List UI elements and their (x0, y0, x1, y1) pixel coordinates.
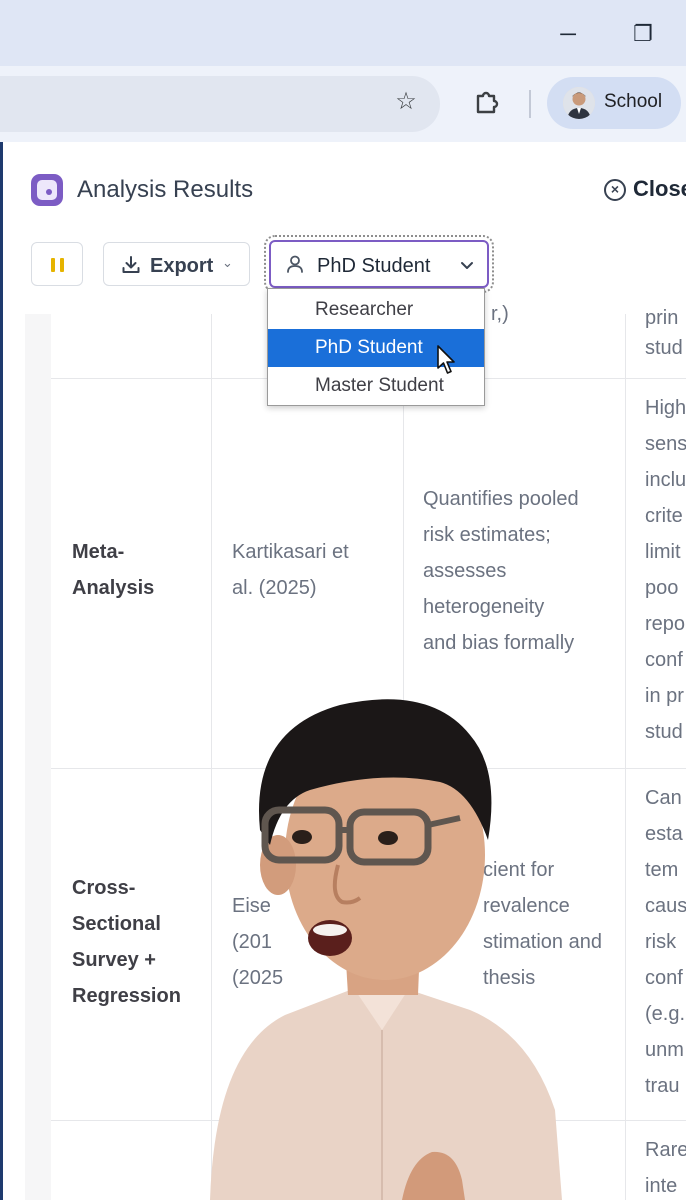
restore-button[interactable]: ❐ (628, 20, 658, 50)
dropdown-option-researcher[interactable]: Researcher (268, 291, 484, 329)
page-title: Analysis Results (77, 176, 254, 203)
star-icon[interactable]: ☆ (390, 86, 422, 118)
browser-titlebar: ─ ❐ (0, 0, 686, 66)
table-row-limitations: Rare inte (645, 1139, 686, 1197)
export-button[interactable]: Export ⌄ (103, 242, 250, 286)
table-cell-fragment: stud (645, 337, 683, 359)
app-logo-icon (31, 174, 63, 206)
toolbar-divider (529, 90, 531, 118)
table-row-method: Meta- Analysis (72, 541, 155, 599)
download-icon (122, 256, 140, 273)
table-cell-fragment: r,) (491, 303, 509, 325)
minimize-button[interactable]: ─ (553, 20, 583, 50)
profile-label: School (604, 91, 663, 112)
export-label: Export (150, 255, 214, 277)
pause-button[interactable] (31, 242, 83, 286)
profile-button[interactable]: School (547, 77, 681, 129)
chevron-down-icon: ⌄ (222, 255, 233, 270)
browser-toolbar: ☆ School (0, 66, 686, 142)
avatar (563, 87, 595, 119)
puzzle-icon[interactable] (471, 86, 503, 118)
role-select-value: PhD Student (317, 255, 431, 277)
table-row-limitations: Can esta tem caus risk conf (e.g. unm tr… (645, 787, 686, 1097)
table-row-limitations: High sens inclu crite limit poo repo con… (645, 397, 686, 743)
table-row-source: Kartikasari et al. (2025) (232, 541, 349, 599)
chevron-down-icon (461, 262, 473, 269)
role-select[interactable]: PhD Student (264, 235, 494, 293)
table-row-strengths: Quantifies pooled risk estimates; assess… (423, 488, 579, 654)
user-icon (287, 255, 303, 273)
close-button[interactable]: Close (633, 176, 686, 202)
presenter-video-overlay (210, 699, 562, 1200)
address-bar[interactable] (0, 76, 440, 132)
pause-icon (51, 258, 55, 272)
mouse-cursor-icon (437, 345, 455, 374)
close-icon[interactable]: × (604, 179, 626, 201)
